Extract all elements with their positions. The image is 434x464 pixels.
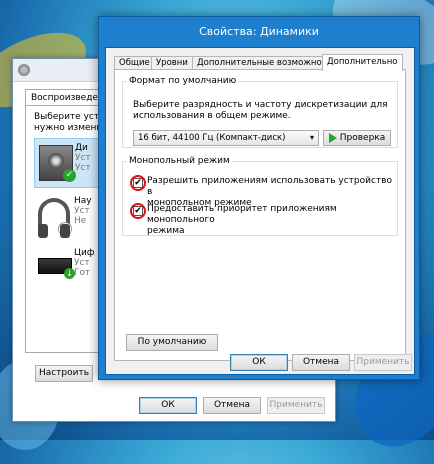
- device-line: Уст: [74, 258, 90, 268]
- restore-default-button[interactable]: По умолчанию: [126, 334, 218, 351]
- tab-levels[interactable]: Уровни: [151, 56, 193, 70]
- chevron-down-icon: ▾: [309, 133, 314, 142]
- device-status: Гот: [74, 268, 91, 278]
- test-button-label: Проверка: [339, 133, 386, 143]
- back-cancel-button[interactable]: Отмена: [203, 397, 261, 414]
- annotation-circle: [130, 175, 146, 191]
- tab-advanced[interactable]: Дополнительно: [322, 54, 403, 71]
- device-headphones[interactable]: Нау Уст Не: [34, 192, 104, 240]
- window-titlebar[interactable]: Свойства: Динамики: [99, 17, 419, 47]
- description-line: Выберите разрядность и частоту дискретиз…: [133, 100, 388, 110]
- device-line: Уст: [75, 153, 91, 163]
- device-status: Уст: [75, 163, 91, 173]
- device-digital[interactable]: ↓ Циф Уст Гот: [34, 244, 104, 292]
- default-format-legend: Формат по умолчанию: [129, 76, 237, 86]
- annotation-circle: [130, 203, 146, 219]
- option-line: Разрешить приложениям использовать устро…: [147, 176, 392, 197]
- selected-format-value: 16 бит, 44100 Гц (Компакт-диск): [138, 133, 286, 143]
- apply-button[interactable]: Применить: [354, 354, 412, 371]
- option-line: режима: [147, 226, 185, 236]
- device-name: Нау: [74, 196, 92, 206]
- option-line: Предоставить приоритет приложениям моноп…: [147, 204, 337, 225]
- digital-output-icon: ↓: [38, 258, 75, 279]
- test-button[interactable]: Проверка: [323, 130, 391, 146]
- sound-app-icon: [18, 64, 30, 76]
- cancel-button[interactable]: Отмена: [292, 354, 350, 371]
- exclusive-priority-label[interactable]: Предоставить приоритет приложениям моноп…: [147, 204, 397, 237]
- speakers-properties-window: Свойства: Динамики Общие Уровни Дополнит…: [98, 16, 420, 380]
- dialog-client: Общие Уровни Дополнительные возможности …: [105, 47, 415, 375]
- exclusive-mode-group: Монопольный режим ✔ Разрешить приложения…: [122, 156, 398, 236]
- default-format-description: Выберите разрядность и частоту дискретиз…: [133, 100, 388, 122]
- back-apply-button[interactable]: Применить: [267, 397, 325, 414]
- exclusive-mode-legend: Монопольный режим: [129, 156, 230, 166]
- ok-button[interactable]: ОК: [230, 354, 288, 371]
- tab-enhancements[interactable]: Дополнительные возможности: [192, 56, 342, 70]
- advanced-panel: Формат по умолчанию Выберите разрядность…: [114, 69, 406, 361]
- device-name: Циф: [74, 248, 95, 258]
- device-line: Уст: [74, 206, 90, 216]
- not-connected-icon: [58, 222, 72, 236]
- headphones-icon: [38, 198, 72, 238]
- configure-button[interactable]: Настроить: [35, 365, 93, 382]
- device-list: ✓ Ди Уст Уст Нау Уст Не ↓ Циф Уст Гот: [34, 138, 104, 296]
- tab-general[interactable]: Общие: [114, 56, 155, 70]
- back-ok-button[interactable]: ОК: [139, 397, 197, 414]
- device-speakers[interactable]: ✓ Ди Уст Уст: [34, 138, 104, 188]
- device-name: Ди: [75, 143, 88, 153]
- device-status: Не: [74, 216, 87, 226]
- description-line: использования в общем режиме.: [133, 111, 291, 121]
- sample-format-select[interactable]: 16 бит, 44100 Гц (Компакт-диск) ▾: [133, 130, 319, 146]
- speaker-icon: ✓: [39, 145, 76, 182]
- default-format-group: Формат по умолчанию Выберите разрядность…: [122, 76, 398, 148]
- play-icon: [328, 132, 337, 143]
- window-title: Свойства: Динамики: [199, 25, 319, 38]
